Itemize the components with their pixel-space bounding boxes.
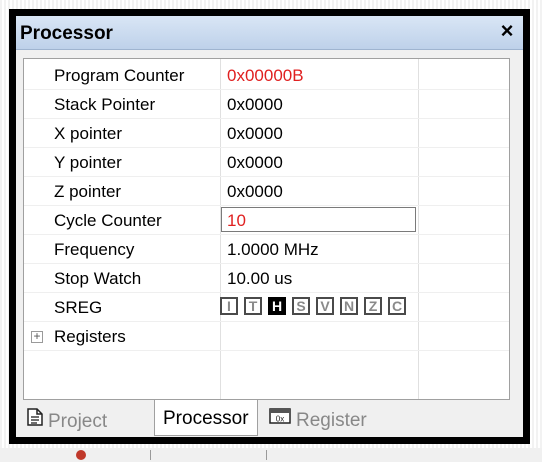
register-icon: 0x [269, 408, 291, 430]
property-name: SREG [54, 298, 103, 317]
sreg-flag-i[interactable]: I [220, 297, 238, 315]
tab-register[interactable]: 0x Register [269, 405, 367, 436]
property-name: Stop Watch [54, 269, 142, 288]
row-z-pointer[interactable]: Z pointer 0x0000 [24, 177, 509, 206]
sreg-flag-t[interactable]: T [244, 297, 262, 315]
row-sreg[interactable]: SREG I T H S V N Z C [24, 293, 509, 322]
property-value: 0x00000B [227, 66, 304, 85]
property-grid: Program Counter 0x00000B Stack Pointer 0… [23, 58, 510, 400]
property-value: 0x0000 [227, 182, 283, 201]
cycle-counter-input[interactable]: 10 [221, 207, 416, 232]
tab-label: Project [48, 411, 108, 433]
row-cycle-counter[interactable]: Cycle Counter 10 [24, 206, 509, 235]
close-button[interactable]: × [496, 20, 518, 42]
property-name: Z pointer [54, 182, 122, 201]
bottom-toolbar-fragment [0, 448, 542, 462]
property-value: 0x0000 [227, 124, 283, 143]
row-frequency[interactable]: Frequency 1.0000 MHz [24, 235, 509, 264]
tab-processor[interactable]: Processor [154, 400, 258, 436]
sreg-flag-z[interactable]: Z [364, 297, 382, 315]
property-value: 0x0000 [227, 153, 283, 172]
property-name: Registers [54, 327, 126, 346]
row-program-counter[interactable]: Program Counter 0x00000B [24, 61, 509, 90]
sreg-flag-n[interactable]: N [340, 297, 358, 315]
property-name: Cycle Counter [54, 211, 162, 230]
sreg-flag-s[interactable]: S [292, 297, 310, 315]
separator [150, 450, 151, 460]
svg-text:0x: 0x [276, 415, 284, 424]
processor-window: Processor × Program Counter 0x00000B Sta… [9, 9, 530, 444]
separator [266, 450, 267, 460]
row-stop-watch[interactable]: Stop Watch 10.00 us [24, 264, 509, 293]
property-name: Frequency [54, 240, 135, 259]
row-x-pointer[interactable]: X pointer 0x0000 [24, 119, 509, 148]
window-title: Processor [20, 23, 113, 44]
tab-strip: Project Processor 0x Register [23, 400, 510, 437]
tab-label: Processor [163, 408, 249, 429]
title-bar[interactable]: Processor × [16, 16, 523, 50]
red-circle-icon [76, 450, 86, 460]
tab-label: Register [296, 410, 367, 432]
sreg-flag-c[interactable]: C [388, 297, 406, 315]
property-name: Y pointer [54, 153, 122, 172]
expand-plus-icon[interactable]: + [31, 330, 43, 343]
property-value: 10.00 us [227, 269, 293, 288]
row-registers[interactable]: + Registers [24, 322, 509, 351]
property-name: X pointer [54, 124, 123, 143]
property-value: 0x0000 [227, 95, 283, 114]
property-name: Stack Pointer [54, 95, 156, 114]
property-value: 1.0000 MHz [227, 240, 319, 259]
sreg-flag-v[interactable]: V [316, 297, 334, 315]
cycle-counter-value: 10 [227, 211, 246, 230]
row-stack-pointer[interactable]: Stack Pointer 0x0000 [24, 90, 509, 119]
property-name: Program Counter [54, 66, 185, 85]
document-icon [27, 408, 43, 432]
sreg-flag-h[interactable]: H [268, 297, 286, 315]
row-y-pointer[interactable]: Y pointer 0x0000 [24, 148, 509, 177]
tab-project[interactable]: Project [27, 405, 107, 436]
